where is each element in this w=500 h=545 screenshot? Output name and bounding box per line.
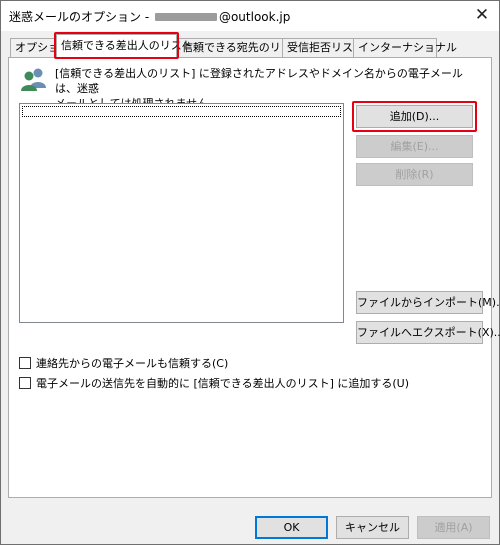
people-icon: [21, 68, 46, 91]
delete-button[interactable]: 削除(R): [356, 163, 473, 186]
trust-contacts-checkbox[interactable]: [19, 357, 31, 369]
auto-add-recipients-checkbox[interactable]: [19, 377, 31, 389]
window-title-prefix: 迷惑メールのオプション -: [9, 10, 153, 24]
junk-email-options-dialog: 迷惑メールのオプション - @outlook.jp ✕ オプション 信頼できる差…: [0, 0, 500, 545]
edit-button[interactable]: 編集(E)...: [356, 135, 473, 158]
window-title: 迷惑メールのオプション - @outlook.jp: [9, 8, 290, 25]
trust-contacts-label: 連絡先からの電子メールも信頼する(C): [36, 357, 229, 370]
redacted-email-mask: [154, 12, 217, 21]
list-focus-rect: [22, 106, 341, 117]
close-icon[interactable]: ✕: [469, 3, 495, 27]
ok-button[interactable]: OK: [255, 516, 328, 539]
title-bar: 迷惑メールのオプション - @outlook.jp ✕: [1, 1, 499, 31]
window-title-suffix: @outlook.jp: [218, 10, 291, 24]
auto-add-recipients-label: 電子メールの送信先を自動的に [信頼できる差出人のリスト] に追加する(U): [36, 377, 409, 390]
safe-senders-list[interactable]: [19, 103, 344, 323]
safe-senders-panel: [信頼できる差出人のリスト] に登録されたアドレスやドメイン名からの電子メールは…: [8, 57, 500, 498]
apply-button[interactable]: 適用(A): [417, 516, 490, 539]
auto-add-recipients-option[interactable]: 電子メールの送信先を自動的に [信頼できる差出人のリスト] に追加する(U): [19, 375, 409, 391]
import-from-file-button[interactable]: ファイルからインポート(M)...: [356, 291, 500, 314]
tab-blocked-senders[interactable]: 受信拒否リスト: [282, 38, 364, 57]
cancel-button[interactable]: キャンセル: [336, 516, 409, 539]
tab-safe-senders[interactable]: 信頼できる差出人のリスト: [56, 34, 193, 58]
add-button[interactable]: 追加(D)...: [356, 105, 473, 128]
tab-international[interactable]: インターナショナル: [353, 38, 457, 57]
export-to-file-button[interactable]: ファイルへエクスポート(X)...: [356, 321, 500, 344]
description-line-1: [信頼できる差出人のリスト] に登録されたアドレスやドメイン名からの電子メールは…: [55, 67, 463, 95]
trust-contacts-option[interactable]: 連絡先からの電子メールも信頼する(C): [19, 355, 228, 371]
tab-options[interactable]: オプション: [10, 38, 70, 57]
